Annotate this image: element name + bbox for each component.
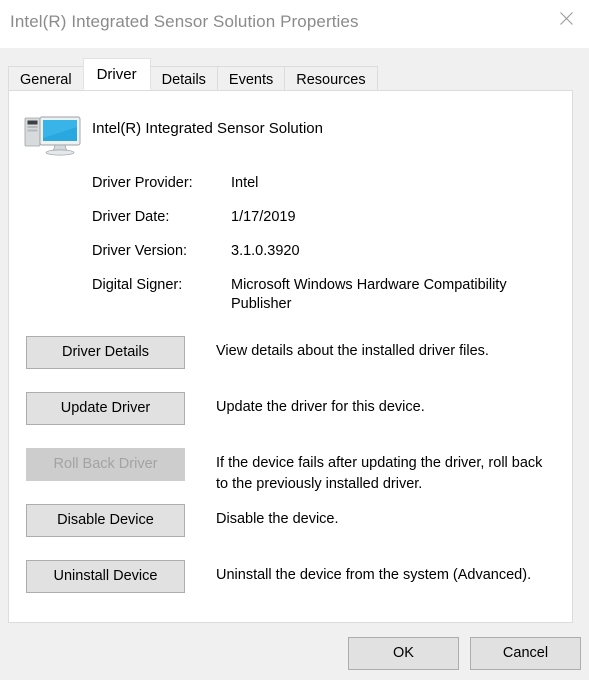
close-icon <box>559 11 573 25</box>
title-bar: Intel(R) Integrated Sensor Solution Prop… <box>0 0 589 48</box>
driver-info-label: Driver Version: <box>92 243 188 259</box>
tab-details[interactable]: Details <box>149 66 218 92</box>
driver-action-description: If the device fails after updating the d… <box>216 455 543 492</box>
uninstall-device-button[interactable]: Uninstall Device <box>26 560 185 593</box>
dialog-footer: OK Cancel <box>0 623 589 680</box>
driver-actions-list: Driver Details View details about the ins… <box>9 336 572 616</box>
driver-action-description: Update the driver for this device. <box>216 399 425 415</box>
close-button[interactable] <box>543 0 589 36</box>
driver-info-row: Driver Version: 3.1.0.3920 <box>92 242 562 261</box>
device-header: Intel(R) Integrated Sensor Solution <box>9 103 572 156</box>
computer-icon <box>23 111 85 157</box>
driver-action-description: Uninstall the device from the system (Ad… <box>216 567 532 583</box>
driver-tab-panel: Intel(R) Integrated Sensor Solution Driv… <box>8 90 573 623</box>
driver-info-label: Driver Provider: <box>92 175 193 191</box>
driver-info-label: Driver Date: <box>92 209 170 225</box>
driver-details-button[interactable]: Driver Details <box>26 336 185 369</box>
driver-info-value: 3.1.0.3920 <box>231 243 300 259</box>
roll-back-driver-button: Roll Back Driver <box>26 448 185 481</box>
ok-button[interactable]: OK <box>348 637 459 670</box>
driver-info-value: Microsoft Windows Hardware Compatibility… <box>231 277 507 312</box>
driver-action-row: Driver Details View details about the ins… <box>9 336 572 392</box>
tab-events[interactable]: Events <box>216 66 286 92</box>
update-driver-button[interactable]: Update Driver <box>26 392 185 425</box>
driver-info-value: 1/17/2019 <box>231 209 296 225</box>
driver-action-row: Update Driver Update the driver for this … <box>9 392 572 448</box>
driver-action-row: Disable Device Disable the device. <box>9 504 572 560</box>
disable-device-button[interactable]: Disable Device <box>26 504 185 537</box>
tab-general[interactable]: General <box>8 66 84 92</box>
driver-info-row: Digital Signer: Microsoft Windows Hardwar… <box>92 276 562 314</box>
tab-strip: General Driver Details Events Resources <box>8 58 378 92</box>
tab-resources[interactable]: Resources <box>284 66 378 92</box>
driver-action-row: Roll Back Driver If the device fails afte… <box>9 448 572 504</box>
device-name: Intel(R) Integrated Sensor Solution <box>92 120 323 137</box>
window-title: Intel(R) Integrated Sensor Solution Prop… <box>10 12 359 31</box>
driver-info-value: Intel <box>231 175 259 191</box>
driver-action-description: Disable the device. <box>216 511 339 527</box>
tab-driver[interactable]: Driver <box>82 58 151 90</box>
driver-info-row: Driver Provider: Intel <box>92 174 562 193</box>
driver-info-label: Digital Signer: <box>92 277 183 293</box>
driver-action-row: Uninstall Device Uninstall the device fro… <box>9 560 572 616</box>
cancel-button[interactable]: Cancel <box>470 637 581 670</box>
driver-action-description: View details about the installed driver … <box>216 343 489 359</box>
driver-info-list: Driver Provider: Intel Driver Date: 1/17/20… <box>92 174 562 329</box>
driver-info-row: Driver Date: 1/17/2019 <box>92 208 562 227</box>
